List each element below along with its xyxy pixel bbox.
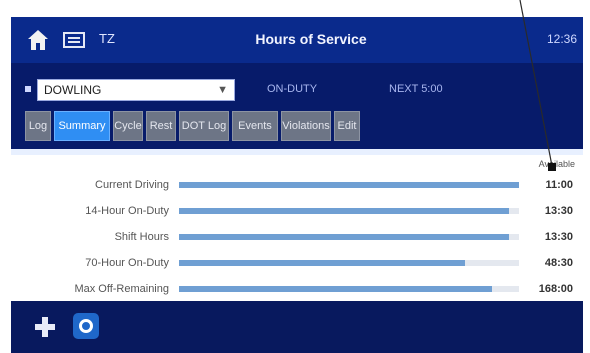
hours-row: Max Off-Remaining 168:00 [11, 279, 583, 301]
document-sheet [63, 32, 85, 48]
settings-icon[interactable] [73, 313, 99, 339]
hours-bar-track [179, 182, 519, 188]
tab-log[interactable]: Log [25, 111, 51, 141]
hours-row-value: 168:00 [538, 283, 573, 295]
tab-rest[interactable]: Rest [146, 111, 176, 141]
hours-bar-fill [179, 286, 492, 292]
hours-bar-track [179, 234, 519, 240]
hours-row-value: 13:30 [544, 205, 573, 217]
document-line [68, 37, 80, 39]
clock: 12:36 [546, 32, 577, 46]
hours-bar-fill [179, 208, 509, 214]
duty-status: ON-DUTY [267, 83, 318, 95]
home-roof [28, 30, 48, 39]
hours-row: Current Driving 11:00 [11, 175, 583, 197]
add-bar-v [42, 317, 48, 337]
tab-dot-log[interactable]: DOT Log [179, 111, 229, 141]
hours-bar-track [179, 260, 519, 266]
hours-row-label: 14-Hour On-Duty [85, 205, 169, 217]
home-icon[interactable] [25, 29, 51, 51]
hours-row-value: 11:00 [545, 179, 573, 191]
driver-dropdown[interactable]: DOWLING ▼ [37, 79, 235, 101]
hours-row-value: 13:30 [544, 231, 573, 243]
timezone-label: TZ [99, 31, 115, 46]
hours-bar-track [179, 208, 519, 214]
document-line [68, 41, 80, 43]
bullet-icon [25, 86, 31, 92]
tab-cycle[interactable]: Cycle [113, 111, 143, 141]
hours-bar-fill [179, 260, 465, 266]
hours-bar-fill [179, 234, 509, 240]
hours-row-value: 48:30 [544, 257, 573, 269]
hours-bar-track [179, 286, 519, 292]
driver-filter: DOWLING ▼ [25, 79, 235, 101]
settings-ring [79, 319, 93, 333]
chevron-down-icon: ▼ [217, 84, 228, 96]
bottom-bar [11, 301, 583, 353]
tab-events[interactable]: Events [232, 111, 278, 141]
panel-strip [11, 149, 583, 155]
next-break: NEXT 5:00 [389, 83, 443, 95]
hours-row: 14-Hour On-Duty 13:30 [11, 201, 583, 223]
hours-row-label: Max Off-Remaining [74, 283, 169, 295]
tab-edit[interactable]: Edit [334, 111, 360, 141]
driver-dropdown-value: DOWLING [44, 83, 102, 97]
hours-panel: Available Current Driving 11:00 14-Hour On… [11, 149, 583, 301]
hours-row: Shift Hours 13:30 [11, 227, 583, 249]
page-title: Hours of Service [255, 31, 367, 47]
hours-row-label: Shift Hours [114, 231, 169, 243]
hours-row: 70-Hour On-Duty 48:30 [11, 253, 583, 275]
document-icon[interactable] [61, 29, 89, 51]
hours-row-label: 70-Hour On-Duty [85, 257, 169, 269]
tab-violations[interactable]: Violations [281, 111, 331, 141]
hours-row-label: Current Driving [95, 179, 169, 191]
add-icon[interactable] [33, 315, 57, 339]
column-header: Available [538, 159, 575, 169]
hours-bar-fill [179, 182, 519, 188]
home-door [36, 43, 40, 50]
tab-summary[interactable]: Summary [54, 111, 110, 141]
top-bar: TZ Hours of Service 12:36 [11, 17, 583, 63]
tab-bar: Log Summary Cycle Rest DOT Log Events Violatio… [25, 111, 360, 143]
hos-screen: TZ Hours of Service 12:36 DOWLING ▼ ON-D… [11, 17, 583, 353]
